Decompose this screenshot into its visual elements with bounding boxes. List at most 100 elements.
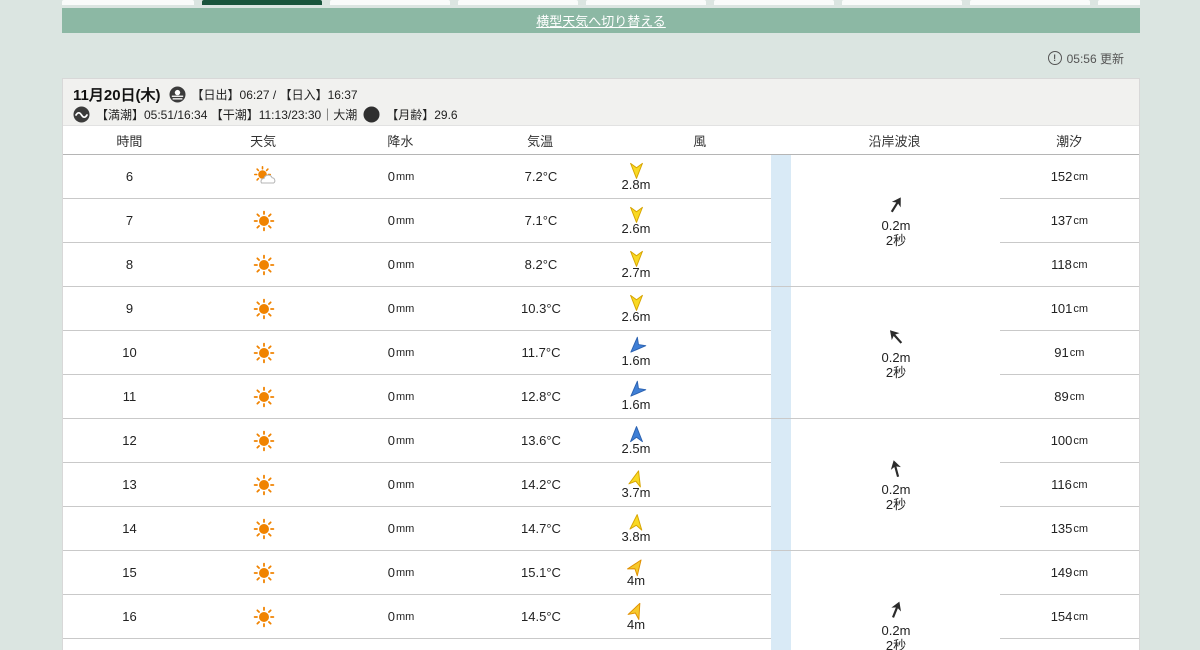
hour-label: 11 bbox=[63, 375, 196, 418]
moon-age-label: 【月齢】29.6 bbox=[386, 106, 457, 123]
temp-value: 14.5°C bbox=[471, 595, 611, 638]
col-header-temp: 気温 bbox=[470, 126, 610, 154]
tide-cell: 118cm bbox=[1000, 243, 1139, 287]
col-header-wind: 風 bbox=[610, 126, 790, 154]
wave-period: 2秒 bbox=[886, 638, 906, 650]
top-tab-2[interactable] bbox=[330, 0, 450, 5]
sunny-icon bbox=[251, 296, 277, 322]
temp-value: 8.2°C bbox=[471, 243, 611, 286]
temp-value: 10.3°C bbox=[471, 287, 611, 330]
precip-cell: 0mm bbox=[331, 507, 471, 550]
tide-value: 149 bbox=[1051, 565, 1073, 580]
column-divider-strip bbox=[771, 243, 791, 287]
weather-cell bbox=[196, 595, 331, 638]
row-left-section: 160mm14.5°C4m bbox=[63, 595, 771, 639]
wind-cell: 4m bbox=[611, 551, 771, 594]
wind-cell: 1.6m bbox=[611, 331, 771, 374]
tide-unit: cm bbox=[1073, 611, 1088, 623]
wind-speed: 2.8m bbox=[622, 178, 651, 192]
tide-cell bbox=[1000, 639, 1139, 650]
top-tab-8[interactable] bbox=[1098, 0, 1140, 5]
precip-value: 0 bbox=[388, 301, 395, 316]
tide-value: 135 bbox=[1051, 521, 1073, 536]
wind-cell: 2.5m bbox=[611, 419, 771, 462]
row-left-section: 80mm8.2°C2.7m bbox=[63, 243, 771, 287]
hour-label: 13 bbox=[63, 463, 196, 506]
precip-cell: 0mm bbox=[331, 419, 471, 462]
precip-value: 0 bbox=[388, 389, 395, 404]
column-divider-strip bbox=[771, 507, 791, 551]
wind-cell bbox=[611, 639, 771, 650]
weather-cell bbox=[196, 331, 331, 374]
precip-value: 0 bbox=[388, 477, 395, 492]
precip-value: 0 bbox=[388, 433, 395, 448]
date-header: 11月20日(木) 【日出】06:27 / 【日入】16:37 【満潮】05:5… bbox=[63, 79, 1139, 126]
top-tab-6[interactable] bbox=[842, 0, 962, 5]
row-left-section: 90mm10.3°C2.6m bbox=[63, 287, 771, 331]
sunny-icon bbox=[251, 604, 277, 630]
tide-cell: 89cm bbox=[1000, 375, 1139, 419]
weather-cell bbox=[196, 155, 331, 198]
wind-cell: 2.8m bbox=[611, 155, 771, 198]
wind-direction-icon bbox=[627, 249, 646, 268]
col-header-tide: 潮汐 bbox=[999, 126, 1139, 154]
tide-value: 118 bbox=[1051, 257, 1072, 272]
precip-cell: 0mm bbox=[331, 287, 471, 330]
row-left-section: 140mm14.7°C3.8m bbox=[63, 507, 771, 551]
tide-unit: cm bbox=[1073, 479, 1088, 491]
moon-phase-icon bbox=[363, 106, 380, 123]
wave-height: 0.2m bbox=[882, 482, 911, 497]
top-tab-4[interactable] bbox=[586, 0, 706, 5]
wave-direction-icon bbox=[881, 190, 911, 220]
coastal-wave-group-3: 0.2m2秒 bbox=[791, 551, 1001, 650]
sunrise-icon bbox=[169, 86, 186, 103]
wind-cell: 1.6m bbox=[611, 375, 771, 418]
precip-unit: mm bbox=[396, 435, 414, 447]
column-divider-strip bbox=[771, 551, 791, 595]
top-tab-0[interactable] bbox=[62, 0, 194, 5]
weather-cell bbox=[196, 375, 331, 418]
wind-cell: 2.7m bbox=[611, 243, 771, 286]
top-tab-7[interactable] bbox=[970, 0, 1090, 5]
tide-unit: cm bbox=[1073, 435, 1088, 447]
col-header-precip: 降水 bbox=[331, 126, 471, 154]
precip-unit: mm bbox=[396, 347, 414, 359]
top-tab-1[interactable] bbox=[202, 0, 322, 5]
table-body: 60mm7.2°C2.8m152cm70mm7.1°C2.6m137cm80mm… bbox=[63, 155, 1139, 650]
sunny-icon bbox=[251, 428, 277, 454]
column-divider-strip bbox=[771, 199, 791, 243]
switch-layout-link[interactable]: 横型天気へ切り替える bbox=[536, 11, 666, 30]
wind-cell: 2.6m bbox=[611, 287, 771, 330]
tide-value: 89 bbox=[1054, 389, 1068, 404]
hour-label: 10 bbox=[63, 331, 196, 374]
sunny-icon bbox=[251, 472, 277, 498]
precip-value: 0 bbox=[388, 609, 395, 624]
wind-direction-icon bbox=[626, 512, 647, 533]
precip-cell: 0mm bbox=[331, 243, 471, 286]
column-divider-strip bbox=[771, 463, 791, 507]
top-tab-3[interactable] bbox=[458, 0, 578, 5]
tide-value: 101 bbox=[1051, 301, 1073, 316]
weather-cell bbox=[196, 287, 331, 330]
precip-cell: 0mm bbox=[331, 331, 471, 374]
wind-direction-icon bbox=[627, 425, 646, 444]
sun-times-label: 【日出】06:27 / 【日入】16:37 bbox=[192, 86, 358, 103]
tide-cell: 149cm bbox=[1000, 551, 1139, 595]
top-tab-5[interactable] bbox=[714, 0, 834, 5]
sunny-icon bbox=[251, 252, 277, 278]
hour-label: 12 bbox=[63, 419, 196, 462]
column-divider-strip bbox=[771, 595, 791, 639]
update-status: ! 05:56 更新 bbox=[1048, 49, 1124, 67]
row-left-section: 60mm7.2°C2.8m bbox=[63, 155, 771, 199]
weather-cell bbox=[196, 639, 331, 650]
tide-cell: 100cm bbox=[1000, 419, 1139, 463]
hour-label: 7 bbox=[63, 199, 196, 242]
sunny-icon bbox=[251, 384, 277, 410]
tide-value: 100 bbox=[1051, 433, 1073, 448]
hour-label: 16 bbox=[63, 595, 196, 638]
temp-value: 7.2°C bbox=[471, 155, 611, 198]
col-header-coastal-wave: 沿岸波浪 bbox=[790, 126, 1000, 154]
wave-height: 0.2m bbox=[882, 623, 911, 638]
hour-label: 6 bbox=[63, 155, 196, 198]
column-divider-strip bbox=[771, 639, 791, 650]
